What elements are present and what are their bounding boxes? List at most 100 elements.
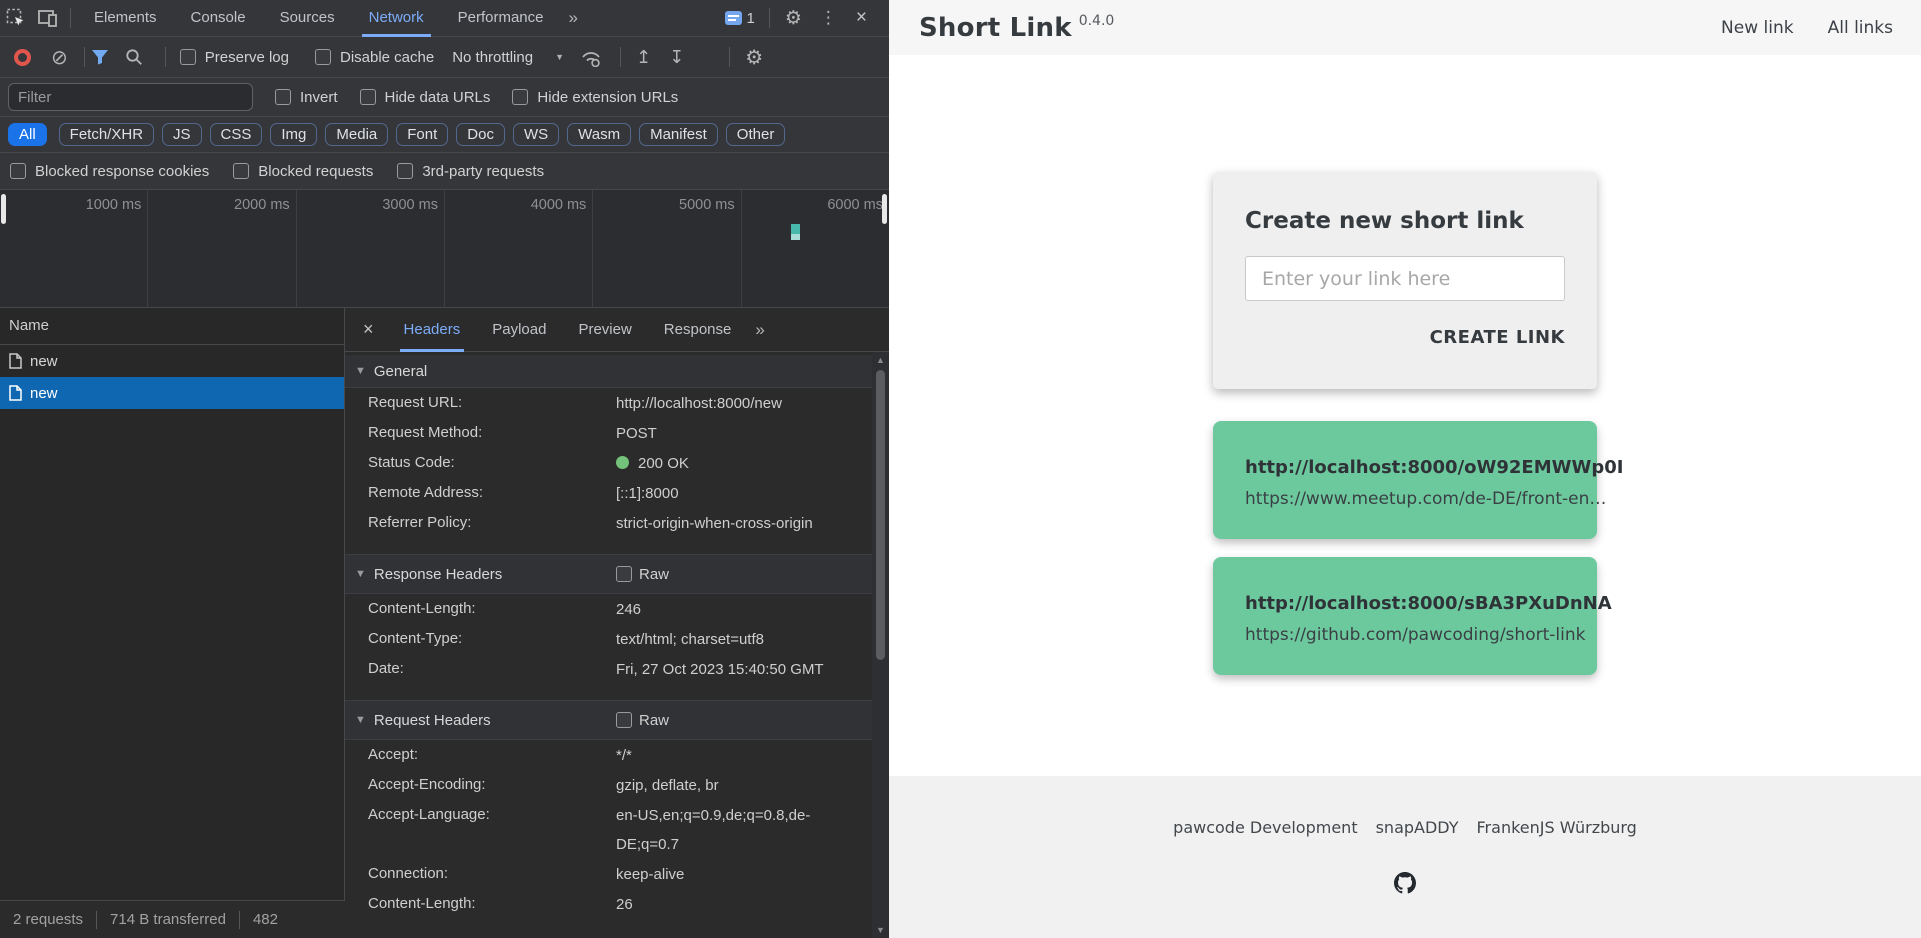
nav-new-link[interactable]: New link [1721,18,1794,38]
hide-extension-urls-checkbox[interactable]: Hide extension URLs [512,89,678,106]
filter-icon[interactable] [91,49,125,65]
checkbox[interactable] [233,163,249,179]
tab-elements[interactable]: Elements [77,0,174,37]
tab-sources[interactable]: Sources [263,0,352,37]
checkbox[interactable] [360,89,376,105]
timeline-tick: 3000 ms [297,190,445,307]
more-options-icon[interactable]: ⋮ [811,8,846,28]
more-tabs-icon[interactable]: » [561,8,584,28]
request-row[interactable]: new [0,345,344,377]
settings-gear-icon[interactable]: ⚙ [776,7,811,30]
clear-network-log-icon[interactable]: ⊘ [41,45,78,70]
overview-right-handle[interactable] [882,194,887,224]
checkbox[interactable] [397,163,413,179]
network-overview-timeline[interactable]: 1000 ms 2000 ms 3000 ms 4000 ms 5000 ms … [0,190,889,308]
inspect-element-icon[interactable] [0,3,32,33]
disable-cache-checkbox[interactable]: Disable cache [315,49,434,66]
divider [729,47,730,67]
close-devtools-icon[interactable]: × [846,7,877,29]
third-party-requests-checkbox[interactable]: 3rd-party requests [397,163,544,180]
type-filter-font[interactable]: Font [396,123,448,146]
type-filter-img[interactable]: Img [270,123,317,146]
tab-performance[interactable]: Performance [441,0,561,37]
scrollbar-thumb[interactable] [876,370,885,660]
github-icon[interactable] [1394,872,1416,898]
nav-all-links[interactable]: All links [1828,18,1893,38]
record-network-log-icon[interactable] [14,49,31,66]
short-url[interactable]: http://localhost:8000/sBA3PXuDnNA [1245,593,1567,614]
header-row: Date: Fri, 27 Oct 2023 15:40:50 GMT [345,654,872,684]
footer-link-frankenjs[interactable]: FrankenJS Würzburg [1477,818,1637,837]
search-icon[interactable] [125,48,159,66]
checkbox[interactable] [180,49,196,65]
short-link-card[interactable]: http://localhost:8000/sBA3PXuDnNA https:… [1213,557,1597,675]
type-filter-fetch-xhr[interactable]: Fetch/XHR [59,123,154,146]
invert-checkbox[interactable]: Invert [275,89,338,106]
blocked-response-cookies-checkbox[interactable]: Blocked response cookies [10,163,209,180]
create-link-button[interactable]: CREATE LINK [1430,327,1565,348]
type-filter-js[interactable]: JS [162,123,202,146]
header-row: Request Method: POST [345,418,872,448]
blocked-requests-checkbox[interactable]: Blocked requests [233,163,373,180]
filter-input[interactable] [8,83,253,111]
checkbox[interactable] [512,89,528,105]
footer-link-snapaddy[interactable]: snapADDY [1376,818,1459,837]
throttling-dropdown[interactable]: No throttling ▼ [452,49,564,66]
import-har-icon[interactable]: ↥ [627,47,660,68]
type-filter-media[interactable]: Media [325,123,388,146]
triangle-down-icon: ▼ [355,365,366,377]
request-list-column: Name new new 2 requests 714 B transf [0,308,345,938]
tab-network[interactable]: Network [352,0,441,37]
checkbox[interactable] [616,566,632,582]
section-request-headers[interactable]: ▼ Request Headers Raw [345,700,872,740]
response-raw-checkbox[interactable]: Raw [616,566,669,583]
section-response-headers[interactable]: ▼ Response Headers Raw [345,554,872,594]
scroll-up-icon[interactable]: ▲ [872,355,889,365]
checkbox[interactable] [315,49,331,65]
preserve-log-checkbox[interactable]: Preserve log [180,49,289,66]
request-list-header-name[interactable]: Name [0,308,344,345]
tab-console[interactable]: Console [174,0,263,37]
timeline-tick: 1000 ms [0,190,148,307]
header-row: Accept-Language: en-US,en;q=0.9,de;q=0.8… [345,800,872,859]
detail-tab-payload[interactable]: Payload [476,308,562,352]
type-filter-manifest[interactable]: Manifest [639,123,718,146]
close-detail-icon[interactable]: × [345,319,388,340]
detail-tab-headers[interactable]: Headers [388,308,477,352]
divider [165,47,166,67]
checkbox[interactable] [275,89,291,105]
type-filter-wasm[interactable]: Wasm [567,123,631,146]
network-conditions-icon[interactable] [580,48,614,67]
type-filter-other[interactable]: Other [726,123,786,146]
request-type-filters: All Fetch/XHR JS CSS Img Media Font Doc … [0,117,889,153]
network-settings-gear-icon[interactable]: ⚙ [736,45,772,70]
overview-left-handle[interactable] [1,194,6,224]
device-toolbar-icon[interactable] [32,3,64,33]
type-filter-doc[interactable]: Doc [456,123,505,146]
type-filter-all[interactable]: All [8,123,47,146]
issues-count: 1 [747,10,755,27]
scroll-down-icon[interactable]: ▼ [872,925,889,935]
detail-tab-response[interactable]: Response [648,308,748,352]
issues-icon[interactable] [725,11,742,25]
short-url[interactable]: http://localhost:8000/oW92EMWWp0I [1245,457,1567,478]
checkbox[interactable] [616,712,632,728]
short-link-card[interactable]: http://localhost:8000/oW92EMWWp0I https:… [1213,421,1597,539]
detail-tab-preview[interactable]: Preview [562,308,647,352]
detail-scrollbar[interactable]: ▲ ▼ [872,352,889,938]
request-row-selected[interactable]: new [0,377,344,409]
more-detail-tabs-icon[interactable]: » [747,320,770,340]
footer-link-pawcode[interactable]: pawcode Development [1173,818,1357,837]
app-footer: pawcode Development snapADDY FrankenJS W… [889,776,1921,938]
checkbox[interactable] [10,163,26,179]
type-filter-css[interactable]: CSS [210,123,263,146]
app-title: Short Link [919,13,1072,43]
section-general[interactable]: ▼ General [345,355,872,388]
link-input[interactable] [1245,256,1565,301]
type-filter-ws[interactable]: WS [513,123,559,146]
export-har-icon[interactable]: ↧ [660,47,693,68]
hide-data-urls-checkbox[interactable]: Hide data URLs [360,89,491,106]
devtools-tabbar: Elements Console Sources Network Perform… [0,0,889,37]
request-raw-checkbox[interactable]: Raw [616,712,669,729]
header-row: Content-Length: 246 [345,594,872,624]
